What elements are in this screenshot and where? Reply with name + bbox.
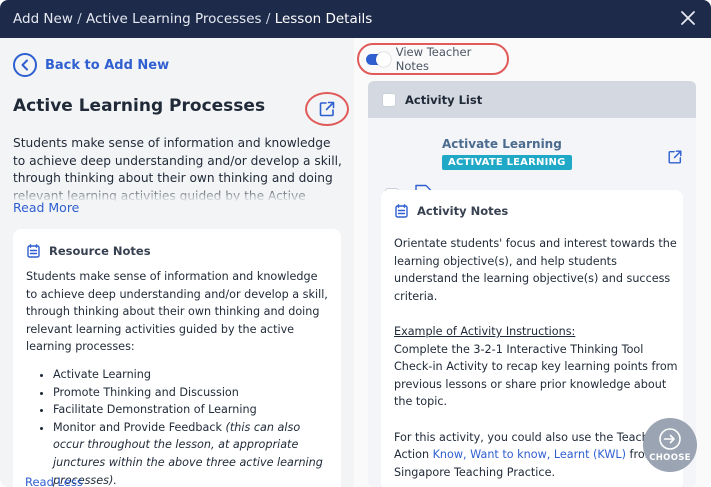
breadcrumb-add-new[interactable]: Add New xyxy=(13,11,73,27)
activity-type-badge: ACTIVATE LEARNING xyxy=(442,155,572,170)
read-more-link[interactable]: Read More xyxy=(13,200,79,215)
activity-title[interactable]: Activate Learning xyxy=(442,137,562,151)
view-teacher-notes-toggle[interactable]: View Teacher Notes xyxy=(357,43,509,75)
breadcrumb-active-learning-processes[interactable]: Active Learning Processes xyxy=(86,11,262,27)
list-item-text: Activate Learning xyxy=(53,367,151,381)
instructions-text: Complete the 3-2-1 Interactive Thinking … xyxy=(394,342,678,409)
list-item: Promote Thinking and Discussion xyxy=(53,384,331,402)
breadcrumb-separator: / xyxy=(77,11,82,27)
instructions-heading: Example of Activity Instructions: xyxy=(394,324,576,338)
select-all-checkbox[interactable] xyxy=(382,92,396,107)
list-item-text: Monitor and Provide Feedback xyxy=(53,420,226,434)
external-link-icon xyxy=(668,150,682,164)
list-item: Facilitate Demonstration of Learning xyxy=(53,401,331,419)
close-icon xyxy=(681,11,695,25)
lesson-details-pane: Back to Add New Active Learning Processe… xyxy=(0,38,354,487)
toggle-label: View Teacher Notes xyxy=(395,45,472,73)
notes-paragraph: For this activity, you could also use th… xyxy=(394,429,679,482)
resource-notes-intro: Students make sense of information and k… xyxy=(26,270,328,354)
notes-paragraph: Orientate students' focus and interest t… xyxy=(394,237,677,303)
notes-icon xyxy=(395,204,408,218)
list-item: Monitor and Provide Feedback (this can a… xyxy=(53,419,331,487)
close-button[interactable] xyxy=(679,9,697,27)
learning-process-list: Activate Learning Promote Thinking and D… xyxy=(26,366,331,487)
modal-header: Add New / Active Learning Processes / Le… xyxy=(0,0,711,38)
resource-notes-header: Resource Notes xyxy=(27,244,151,258)
list-item-text: Facilitate Demonstration of Learning xyxy=(53,403,257,417)
chevron-left-icon xyxy=(21,59,28,71)
back-circle xyxy=(13,53,37,77)
choose-label: CHOOSE xyxy=(649,453,691,463)
kwl-link[interactable]: Know, Want to know, Learnt (KWL) xyxy=(433,448,626,461)
open-in-new-button[interactable] xyxy=(305,92,349,126)
resource-notes-heading: Resource Notes xyxy=(49,244,151,258)
choose-button[interactable]: CHOOSE xyxy=(643,418,697,472)
activity-notes-heading: Activity Notes xyxy=(417,204,509,218)
page-title: Active Learning Processes xyxy=(13,96,266,116)
resource-notes-card: Resource Notes Students make sense of in… xyxy=(13,229,341,487)
toggle-switch[interactable] xyxy=(366,51,391,67)
list-item: Activate Learning xyxy=(53,366,331,384)
breadcrumb-lesson-details: Lesson Details xyxy=(274,11,373,27)
list-item-text: Promote Thinking and Discussion xyxy=(53,385,239,399)
lesson-details-modal: Add New / Active Learning Processes / Le… xyxy=(0,0,711,487)
toggle-knob xyxy=(375,51,391,67)
breadcrumb: Add New / Active Learning Processes / Le… xyxy=(13,11,372,27)
breadcrumb-separator: / xyxy=(265,11,271,27)
read-less-link[interactable]: Read Less xyxy=(25,475,83,487)
activity-list-panel: Activity List 1 Activate Learning ACTIVA… xyxy=(368,81,696,487)
activity-notes-body: Orientate students' focus and interest t… xyxy=(394,235,679,487)
external-link-icon xyxy=(319,101,335,117)
back-to-add-new-link[interactable]: Back to Add New xyxy=(13,53,169,77)
activity-open-button[interactable] xyxy=(667,149,683,169)
activity-list-heading: Activity List xyxy=(405,92,483,107)
login-arrow-icon xyxy=(659,428,681,450)
notes-icon xyxy=(27,244,40,258)
resource-notes-body: Students make sense of information and k… xyxy=(26,268,331,487)
activity-notes-header: Activity Notes xyxy=(395,204,508,218)
activity-notes-card: Activity Notes Orientate students' focus… xyxy=(381,190,683,487)
activity-list-header: Activity List xyxy=(368,81,696,118)
notes-instructions: Example of Activity Instructions: Complet… xyxy=(394,323,679,411)
back-label: Back to Add New xyxy=(45,57,170,73)
